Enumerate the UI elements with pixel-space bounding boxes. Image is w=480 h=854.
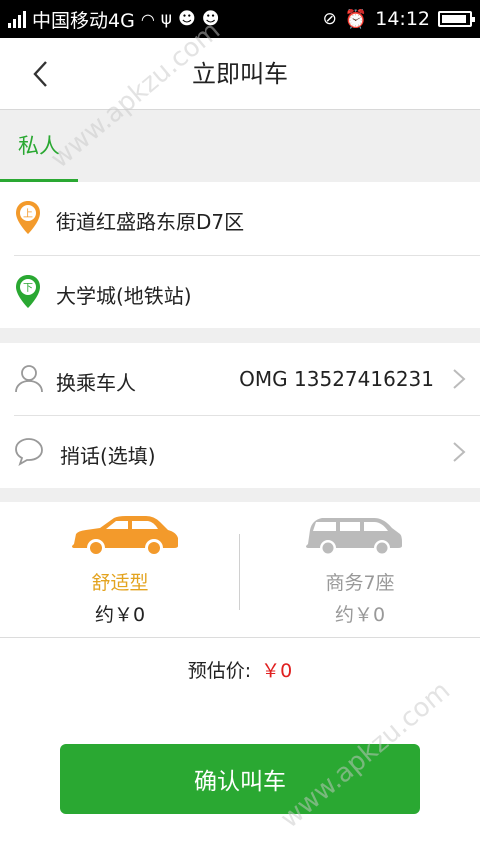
battery-icon: [438, 11, 475, 27]
car-name-comfort: 舒适型: [91, 572, 149, 594]
passenger-row[interactable]: 换乘车人 OMG 13527416231: [0, 343, 480, 415]
car-name-business: 商务7座: [325, 572, 395, 594]
usb-icon: ψ: [160, 9, 172, 29]
car-option-comfort[interactable]: 舒适型 约￥0: [0, 502, 240, 638]
notification-icon-2: ☻: [201, 9, 220, 29]
estimate-amount: ￥0: [261, 660, 293, 682]
start-location-text: 街道红盛路东原D7区: [56, 210, 245, 234]
svg-text:下: 下: [23, 283, 33, 294]
passenger-value: OMG 13527416231: [239, 367, 434, 391]
tab-private[interactable]: 私人: [0, 110, 78, 182]
section-gap: [0, 488, 480, 502]
wifi-icon: ◠: [140, 9, 155, 29]
confirm-call-button[interactable]: 确认叫车: [60, 744, 420, 814]
start-location-row[interactable]: 上 街道红盛路东原D7区: [0, 182, 480, 255]
signal-icon: [8, 10, 26, 28]
car-price-business: 约￥0: [334, 604, 386, 626]
sedan-icon: [72, 516, 178, 557]
car-option-business[interactable]: 商务7座 约￥0: [240, 502, 480, 638]
end-pin-icon: 下: [16, 275, 40, 308]
clock-time: 14:12: [375, 8, 430, 30]
chevron-right-icon: [453, 369, 466, 389]
message-label: 捎话(选填): [60, 444, 156, 468]
car-price-comfort: 约￥0: [94, 604, 146, 626]
chat-bubble-icon: [15, 438, 43, 466]
carrier-label: 中国移动4G: [32, 9, 135, 32]
start-pin-icon: 上: [16, 201, 40, 234]
estimate-label: 预估价:: [187, 660, 252, 682]
message-row[interactable]: 捎话(选填): [0, 416, 480, 488]
estimate-line: 预估价: ￥0: [0, 656, 480, 683]
tab-strip: 私人: [0, 110, 480, 182]
alarm-icon: ⏰: [344, 8, 368, 30]
status-bar: 中国移动4G ◠ ψ ☻ ☻ ⊘ ⏰ 14:12: [0, 0, 480, 38]
passenger-label: 换乘车人: [56, 371, 136, 395]
car-type-selector: 舒适型 约￥0 商务7座 约￥0: [0, 502, 480, 638]
end-location-row[interactable]: 下 大学城(地铁站): [0, 256, 480, 328]
svg-text:上: 上: [23, 208, 33, 220]
person-icon: [15, 365, 43, 393]
end-location-text: 大学城(地铁站): [56, 284, 192, 308]
notification-icon: ☻: [178, 9, 196, 29]
page-title: 立即叫车: [192, 60, 288, 88]
mute-icon: ⊘: [322, 9, 337, 29]
chevron-right-icon: [453, 442, 466, 462]
section-gap: [0, 328, 480, 343]
nav-bar: 立即叫车: [0, 38, 480, 110]
minivan-icon: [306, 518, 402, 556]
